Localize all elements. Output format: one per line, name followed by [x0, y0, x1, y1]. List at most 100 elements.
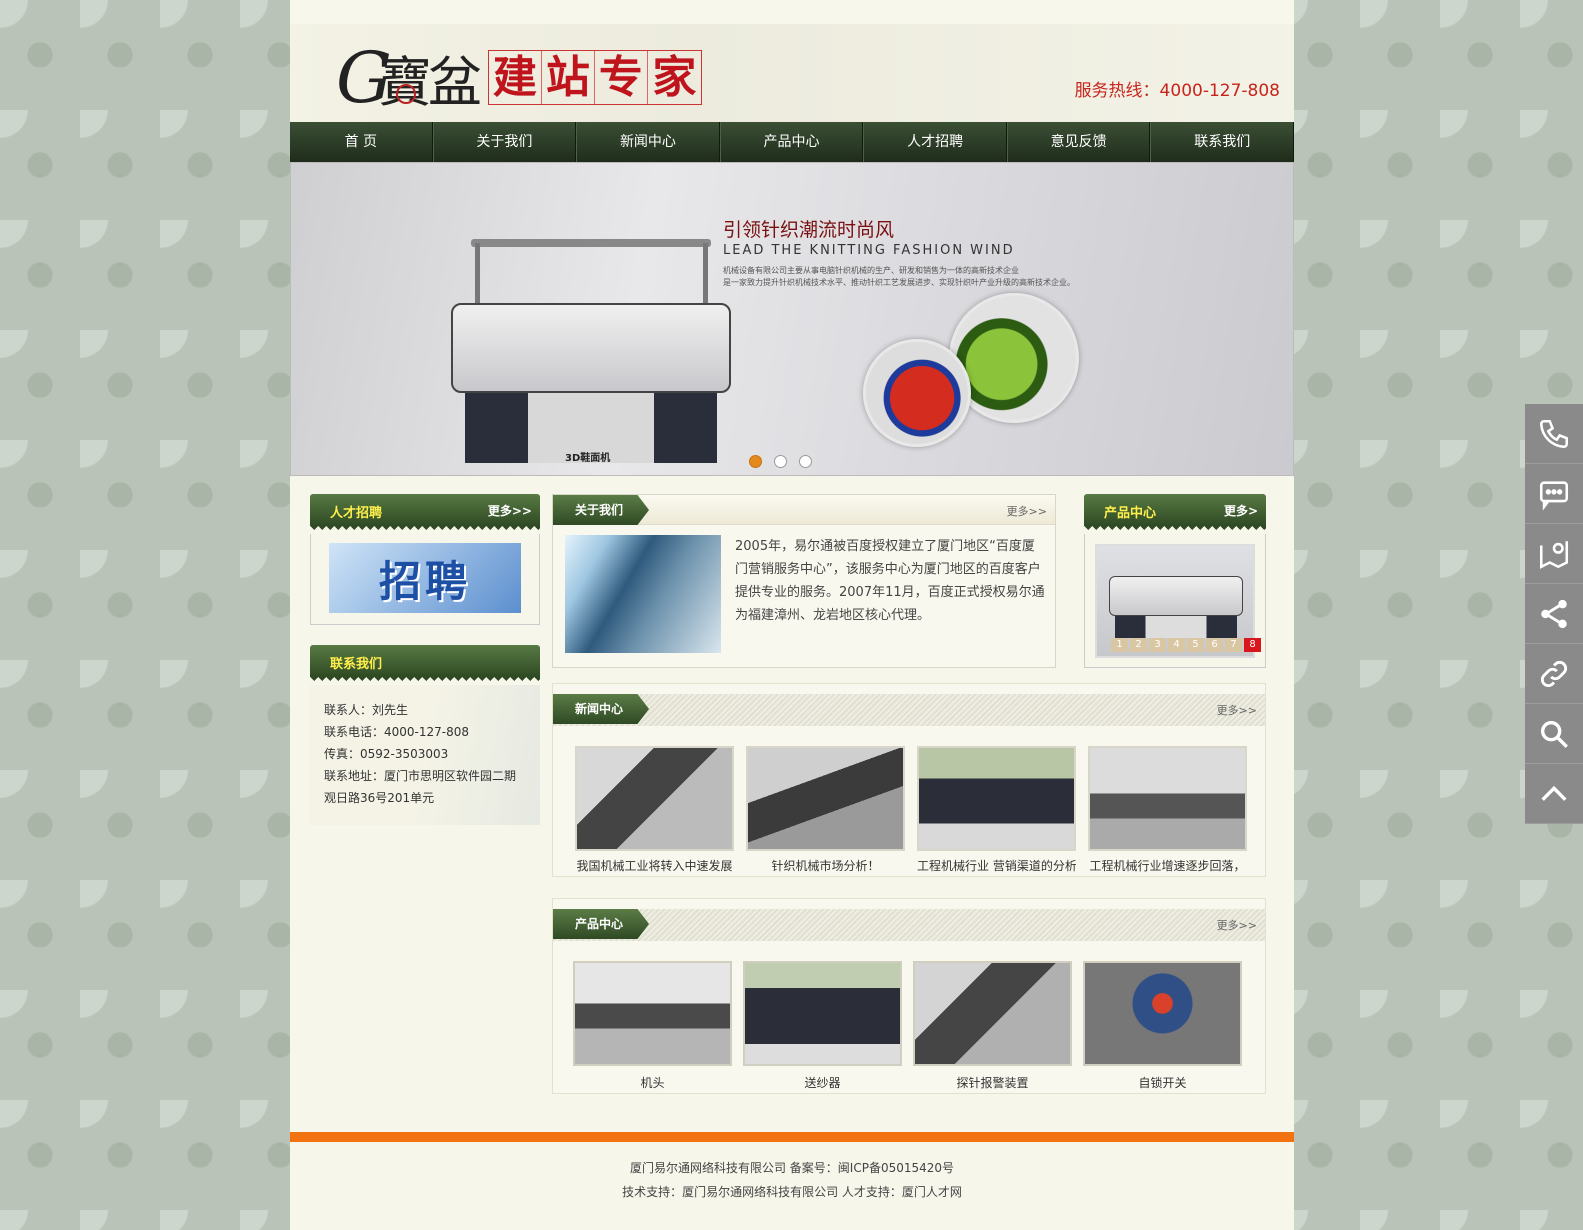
building-image [565, 535, 721, 653]
recruit-body: 招聘 [310, 534, 540, 625]
footer: 厦门易尔通网络科技有限公司 备案号：闽ICP备05015420号 技术支持：厦门… [290, 1132, 1294, 1230]
pager-number[interactable]: 3 [1149, 638, 1166, 652]
product-item[interactable]: 探针报警装置 [913, 961, 1072, 1091]
product-item[interactable]: 送纱器 [743, 961, 902, 1091]
products-more-link[interactable]: 更多>> [1217, 917, 1257, 933]
banner-slider[interactable]: 引领针织潮流时尚风 LEAD THE KNITTING FASHION WIND… [290, 162, 1294, 476]
contact-title: 联系我们 [330, 657, 383, 672]
slogan-char: 建 [489, 51, 542, 104]
products-tag: 产品中心 [553, 909, 650, 939]
banner-subtitle: LEAD THE KNITTING FASHION WIND [723, 243, 1015, 258]
pager-number[interactable]: 7 [1225, 638, 1242, 652]
product-thumbnail[interactable] [573, 961, 732, 1066]
product-side-more-link[interactable]: 更多> [1224, 502, 1258, 519]
news-thumbnail[interactable] [917, 746, 1076, 851]
knitting-machine-image [451, 233, 731, 463]
slider-dots [749, 455, 812, 468]
pager-number[interactable]: 6 [1206, 638, 1223, 652]
footer-support: 技术支持：厦门易尔通网络科技有限公司 人才支持：厦门人才网 [622, 1185, 962, 1199]
top-strip [290, 0, 1294, 24]
product-side-header: 产品中心 更多> [1084, 494, 1266, 526]
banner-desc: 机械设备有限公司主要从事电脑针织机械的生产、研发和销售为一体的高新技术企业 [723, 266, 1019, 275]
header: G 寶盆 建 站 专 家 服务热线：4000-127-808 [290, 24, 1294, 122]
news-item-title[interactable]: 针织机械市场分析！ [746, 857, 905, 874]
search-icon[interactable] [1525, 704, 1583, 764]
pager-number[interactable]: 2 [1130, 638, 1147, 652]
product-item[interactable]: 机头 [573, 961, 732, 1091]
product-side-box: 产品中心 更多> 1 2 3 4 5 6 7 8 [1084, 494, 1266, 668]
nav-feedback[interactable]: 意见反馈 [1006, 122, 1151, 162]
slogan: 建 站 专 家 [487, 50, 702, 105]
slogan-char: 站 [542, 51, 595, 104]
news-item[interactable]: 工程机械行业 营销渠道的分析 [917, 746, 1076, 874]
news-item-title[interactable]: 工程机械行业增速逐步回落， [1088, 857, 1247, 874]
contact-address-2: 观日路36号201单元 [324, 791, 435, 805]
product-item-title[interactable]: 机头 [573, 1074, 732, 1091]
slogan-char: 专 [595, 51, 648, 104]
news-item-title[interactable]: 我国机械工业将转入中速发展 [575, 857, 734, 874]
nav-home[interactable]: 首 页 [290, 122, 433, 162]
news-panel: 新闻中心 更多>> 我国机械工业将转入中速发展 针织机械市场分析！ 工程机械行业… [552, 683, 1266, 877]
phone-icon[interactable] [1525, 404, 1583, 464]
recruit-more-link[interactable]: 更多>> [488, 502, 532, 519]
link-icon[interactable] [1525, 644, 1583, 704]
nav-news[interactable]: 新闻中心 [576, 122, 720, 162]
news-item[interactable]: 我国机械工业将转入中速发展 [575, 746, 734, 874]
banner-title: 引领针织潮流时尚风 [723, 219, 895, 241]
map-icon[interactable] [1525, 524, 1583, 584]
recruit-title: 人才招聘 [330, 506, 383, 521]
product-side-body: 1 2 3 4 5 6 7 8 [1084, 534, 1266, 668]
page-container: G 寶盆 建 站 专 家 服务热线：4000-127-808 首 页 关于我们 … [290, 0, 1295, 1230]
product-thumbnail[interactable] [1083, 961, 1242, 1066]
news-thumbnail[interactable] [575, 746, 734, 851]
contact-address: 联系地址：厦门市思明区软件园二期 [324, 769, 517, 783]
banner-desc: 是一家致力提升针织机械技术水平、推动针织工艺发展进步、实现针织叶产业升级的高新技… [723, 278, 1075, 287]
slideshow-pager: 1 2 3 4 5 6 7 8 [1111, 638, 1261, 652]
news-thumbnail[interactable] [746, 746, 905, 851]
product-item-title[interactable]: 自锁开关 [1083, 1074, 1242, 1091]
product-item-title[interactable]: 送纱器 [743, 1074, 902, 1091]
red-shoe-image [863, 339, 971, 447]
news-item[interactable]: 工程机械行业增速逐步回落， [1088, 746, 1247, 874]
footer-copyright: 厦门易尔通网络科技有限公司 备案号：闽ICP备05015420号 [629, 1161, 955, 1175]
contact-fax: 传真：0592-3503003 [324, 747, 449, 761]
product-side-title: 产品中心 [1104, 506, 1157, 521]
contact-person: 联系人：刘先生 [324, 703, 409, 717]
news-item[interactable]: 针织机械市场分析！ [746, 746, 905, 874]
site-logo[interactable]: G 寶盆 建 站 专 家 [336, 38, 702, 117]
share-icon[interactable] [1525, 584, 1583, 644]
product-thumbnail[interactable] [913, 961, 1072, 1066]
news-thumbnail[interactable] [1088, 746, 1247, 851]
products-panel: 产品中心 更多>> 机头 送纱器 探针报警装置 自锁开关 [552, 898, 1266, 1094]
news-more-link[interactable]: 更多>> [1217, 702, 1257, 718]
banner-caption: 3D鞋面机 [565, 453, 611, 464]
back-to-top-icon[interactable] [1525, 764, 1583, 824]
service-hotline: 服务热线：4000-127-808 [1074, 81, 1280, 101]
recruit-header: 人才招聘 更多>> [310, 494, 540, 526]
pager-number[interactable]: 5 [1187, 638, 1204, 652]
slider-dot[interactable] [774, 455, 787, 468]
slider-dot[interactable] [749, 455, 762, 468]
logo-text: 寶盆 [377, 51, 482, 114]
about-tag: 关于我们 [553, 495, 650, 525]
slider-dot[interactable] [799, 455, 812, 468]
news-item-title[interactable]: 工程机械行业 营销渠道的分析 [917, 857, 1076, 874]
nav-recruit[interactable]: 人才招聘 [863, 122, 1007, 162]
pager-number[interactable]: 1 [1111, 638, 1128, 652]
about-text: 2005年，易尔通被百度授权建立了厦门地区“百度厦门营销服务中心”，该服务中心为… [735, 539, 1045, 623]
product-item[interactable]: 自锁开关 [1083, 961, 1242, 1091]
contact-box: 联系我们 联系人：刘先生 联系电话：4000-127-808 传真：0592-3… [310, 645, 540, 825]
product-item-title[interactable]: 探针报警装置 [913, 1074, 1072, 1091]
message-icon[interactable] [1525, 464, 1583, 524]
pager-number-active[interactable]: 8 [1244, 638, 1261, 652]
nav-contact[interactable]: 联系我们 [1150, 122, 1295, 162]
nav-about[interactable]: 关于我们 [432, 122, 577, 162]
pager-number[interactable]: 4 [1168, 638, 1185, 652]
nav-products[interactable]: 产品中心 [719, 122, 864, 162]
recruit-banner-image[interactable]: 招聘 [329, 543, 521, 613]
about-box: 关于我们 更多>> 2005年，易尔通被百度授权建立了厦门地区“百度厦门营销服务… [552, 494, 1056, 668]
product-thumbnail[interactable] [743, 961, 902, 1066]
about-more-link[interactable]: 更多>> [1007, 503, 1047, 519]
contact-header: 联系我们 [310, 645, 540, 677]
product-slideshow-image[interactable]: 1 2 3 4 5 6 7 8 [1095, 544, 1261, 658]
